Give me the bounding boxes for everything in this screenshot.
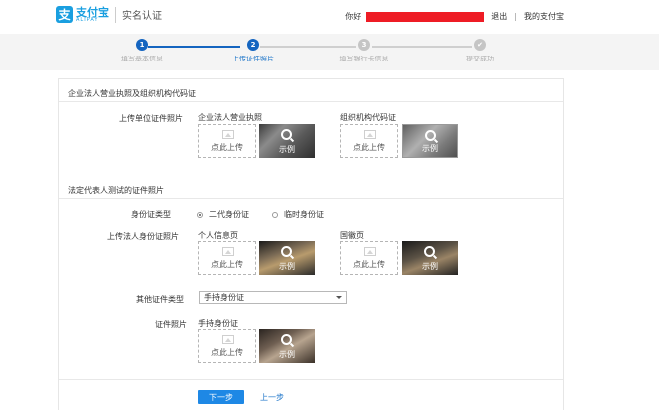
actions-divider bbox=[59, 379, 563, 380]
step-number-badge: 3 bbox=[358, 39, 370, 51]
other-id-type-select[interactable]: 手持身份证 bbox=[199, 291, 347, 304]
sample-text: 示例 bbox=[422, 262, 438, 271]
id-front-sample[interactable]: 示例 bbox=[259, 241, 315, 275]
step-label: 上传证件照片 bbox=[232, 56, 274, 61]
step-bank-card: 3 填写银行卡信息 bbox=[319, 39, 409, 61]
step-number-badge: 2 bbox=[247, 39, 259, 51]
id-photo-label: 证件照片 bbox=[155, 320, 187, 329]
my-alipay-link[interactable]: 我的支付宝 bbox=[524, 11, 564, 22]
sample-text: 示例 bbox=[279, 350, 295, 359]
step-number-badge: 1 bbox=[136, 39, 148, 51]
step-fill-basic-info: 1 填写基本信息 bbox=[97, 39, 187, 61]
section-title-company: 企业法人营业执照及组织机构代码证 bbox=[68, 89, 196, 98]
upload-text: 点此上传 bbox=[353, 260, 385, 269]
org-code-caption: 组织机构代码证 bbox=[340, 113, 396, 122]
user-area: 你好 退出 | 我的支付宝 bbox=[345, 11, 564, 22]
step-label: 提交成功 bbox=[466, 56, 494, 61]
upload-text: 点此上传 bbox=[211, 143, 243, 152]
id-back-caption: 国徽页 bbox=[340, 231, 364, 240]
hold-id-sample[interactable]: 示例 bbox=[259, 329, 315, 363]
id-front-upload[interactable]: 点此上传 bbox=[198, 241, 256, 275]
id-front-caption: 个人信息页 bbox=[198, 231, 238, 240]
image-placeholder-icon bbox=[222, 247, 234, 256]
magnifier-icon bbox=[424, 246, 435, 257]
image-placeholder-icon bbox=[364, 130, 376, 139]
upload-legal-id-label: 上传法人身份证照片 bbox=[107, 232, 179, 241]
image-placeholder-icon bbox=[222, 335, 234, 344]
org-code-sample[interactable]: 示例 bbox=[402, 124, 458, 158]
section-divider bbox=[59, 198, 563, 199]
id-back-upload[interactable]: 点此上传 bbox=[340, 241, 398, 275]
image-placeholder-icon bbox=[222, 130, 234, 139]
sample-text: 示例 bbox=[279, 145, 295, 154]
upload-text: 点此上传 bbox=[211, 348, 243, 357]
upload-text: 点此上传 bbox=[211, 260, 243, 269]
magnifier-icon bbox=[281, 129, 292, 140]
redacted-username bbox=[366, 11, 485, 22]
step-upload-photos: 2 上传证件照片 bbox=[208, 39, 298, 61]
page-title: 实名认证 bbox=[122, 11, 162, 22]
greeting-text: 你好 bbox=[345, 12, 362, 21]
header: 支 支付宝 ALIPAY 实名认证 你好 退出 | 我的支付宝 bbox=[0, 0, 659, 34]
check-icon: ✔ bbox=[474, 39, 486, 51]
org-code-upload[interactable]: 点此上传 bbox=[340, 124, 398, 158]
radio-temporary-id[interactable]: 临时身份证 bbox=[272, 209, 324, 220]
next-step-button[interactable]: 下一步 bbox=[198, 390, 244, 404]
business-license-upload[interactable]: 点此上传 bbox=[198, 124, 256, 158]
business-license-caption: 企业法人营业执照 bbox=[198, 113, 262, 122]
step-label: 填写银行卡信息 bbox=[339, 56, 389, 61]
section-title-legal: 法定代表人测试的证件照片 bbox=[68, 186, 164, 195]
section-divider bbox=[59, 101, 563, 102]
alipay-logo-icon: 支 bbox=[56, 6, 73, 23]
select-value: 手持身份证 bbox=[204, 293, 244, 302]
image-placeholder-icon bbox=[364, 247, 376, 256]
chevron-down-icon bbox=[336, 296, 342, 299]
logo-name-cn: 支付宝 bbox=[76, 5, 109, 19]
id-type-label: 身份证类型 bbox=[131, 210, 171, 219]
progress-steps: 1 填写基本信息 2 上传证件照片 3 填写银行卡信息 ✔ 提交成功 bbox=[0, 34, 659, 70]
id-back-sample[interactable]: 示例 bbox=[402, 241, 458, 275]
business-license-sample[interactable]: 示例 bbox=[259, 124, 315, 158]
sample-text: 示例 bbox=[422, 144, 438, 153]
other-id-type-label: 其他证件类型 bbox=[136, 295, 184, 304]
magnifier-icon bbox=[281, 246, 292, 257]
upload-text: 点此上传 bbox=[353, 143, 385, 152]
hold-id-caption: 手持身份证 bbox=[198, 319, 238, 328]
logout-link[interactable]: 退出 bbox=[491, 11, 507, 22]
logo-divider bbox=[115, 6, 116, 23]
magnifier-icon bbox=[281, 334, 292, 345]
step-submit-success: ✔ 提交成功 bbox=[435, 39, 525, 61]
radio-button-checked bbox=[197, 211, 203, 218]
radio-second-gen-id[interactable]: 二代身份证 bbox=[197, 209, 249, 220]
magnifier-icon bbox=[425, 130, 436, 141]
radio-button bbox=[272, 211, 278, 218]
hold-id-upload[interactable]: 点此上传 bbox=[198, 329, 256, 363]
step-label: 填写基本信息 bbox=[121, 56, 163, 61]
previous-step-link[interactable]: 上一步 bbox=[260, 392, 284, 403]
header-separator: | bbox=[514, 12, 517, 21]
sample-text: 示例 bbox=[279, 262, 295, 271]
alipay-logo[interactable]: 支 支付宝 ALIPAY 实名认证 bbox=[56, 6, 162, 23]
verification-form: 企业法人营业执照及组织机构代码证 上传单位证件照片 企业法人营业执照 点此上传 … bbox=[58, 78, 564, 410]
upload-company-docs-label: 上传单位证件照片 bbox=[119, 114, 183, 123]
